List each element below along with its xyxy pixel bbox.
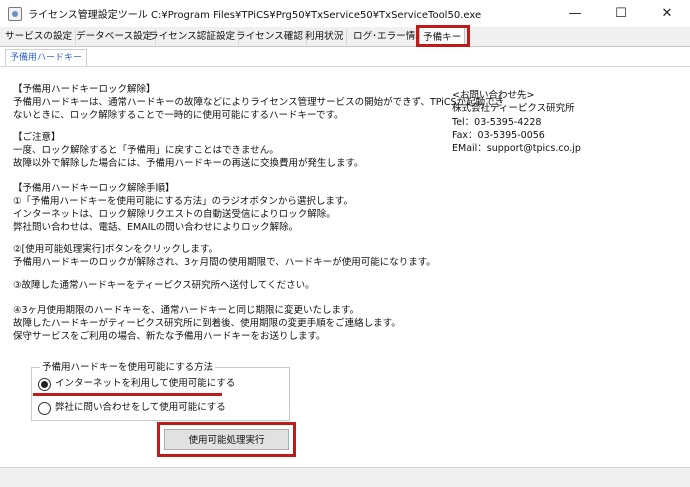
radio-contact-us[interactable]: 弊社に問い合わせをして使用可能にする xyxy=(38,401,268,415)
info-line: 故障以外で解除した場合には、予備用ハードキーの再送に交換費用が発生します。 xyxy=(13,158,364,169)
info-line: 故障したハードキーがティーピクス研究所に到着後、使用期限の変更手順をご連絡します… xyxy=(13,318,401,329)
info-line: 一度、ロック解除すると「予備用」に戻すことはできません。 xyxy=(13,145,279,156)
radio-selected-icon[interactable] xyxy=(38,378,51,391)
spare-key-panel: 【予備用ハードキーロック解除】 予備用ハードキーは、通常ハードキーの故障などによ… xyxy=(0,67,690,469)
info-line: ③故障した通常ハードキーをティーピクス研究所へ送付してください。 xyxy=(13,280,315,291)
minimize-button[interactable]: — xyxy=(552,0,598,27)
status-bar xyxy=(0,467,690,487)
tab-highlight xyxy=(416,25,470,47)
info-line: 予備用ハードキーは、通常ハードキーの故障などによりライセンス管理サービスの開始が… xyxy=(13,97,505,108)
radio-unselected-icon[interactable] xyxy=(38,402,51,415)
tab-usage-status[interactable]: 利用状況 xyxy=(302,29,348,45)
tab-bar: サービスの設定 データベース設定 ライセンス認証設定 ライセンス確認 利用状況 … xyxy=(0,27,690,47)
close-button[interactable]: ✕ xyxy=(644,0,690,27)
contact-line: Fax：03-5395-0056 xyxy=(452,130,545,141)
info-line: 弊社問い合わせは、電話、EMAILの問い合わせによりロック解除。 xyxy=(13,222,299,233)
tab-database-settings[interactable]: データベース設定 xyxy=(73,29,157,45)
contact-line: EMail：support@tpics.co.jp xyxy=(452,143,581,154)
radio-internet[interactable]: インターネットを利用して使用可能にする xyxy=(38,377,268,391)
app-icon xyxy=(8,7,22,21)
maximize-button[interactable]: ☐ xyxy=(598,0,644,27)
info-line: ④3ヶ月使用期限のハードキーを、通常ハードキーと同じ期限に変更いたします。 xyxy=(13,305,360,316)
title-bar: ライセンス管理設定ツール C:¥Program Files¥TPiCS¥Prg5… xyxy=(0,0,690,28)
subtab-bar: 予備用ハードキー xyxy=(0,47,690,67)
tab-license-auth-settings[interactable]: ライセンス認証設定 xyxy=(146,29,240,45)
window-title: ライセンス管理設定ツール C:¥Program Files¥TPiCS¥Prg5… xyxy=(28,10,482,21)
tab-license-check[interactable]: ライセンス確認 xyxy=(233,29,307,45)
info-line: ①「予備用ハードキーを使用可能にする方法」のラジオボタンから選択します。 xyxy=(13,196,353,207)
contact-line: 株式会社ティーピクス研究所 xyxy=(452,103,575,114)
info-line: ②[使用可能処理実行]ボタンをクリックします。 xyxy=(13,244,218,255)
info-line: ないときに、ロック解除することで一時的に使用可能にするハードキーです。 xyxy=(13,110,344,121)
info-line: 【予備用ハードキーロック解除手順】 xyxy=(13,183,175,194)
contact-line: Tel：03-5395-4228 xyxy=(452,117,542,128)
info-line: 予備用ハードキーのロックが解除され、3ヶ月間の使用期限で、ハードキーが使用可能に… xyxy=(13,257,436,268)
radio-contact-us-label[interactable]: 弊社に問い合わせをして使用可能にする xyxy=(55,401,226,415)
option-highlight-underline xyxy=(33,393,222,396)
method-group-legend: 予備用ハードキーを使用可能にする方法 xyxy=(40,359,216,373)
tab-service-settings[interactable]: サービスの設定 xyxy=(2,29,77,45)
info-line: 保守サービスをご利用の場合、新たな予備用ハードキーをお送りします。 xyxy=(13,331,326,342)
radio-internet-label[interactable]: インターネットを利用して使用可能にする xyxy=(55,377,235,391)
info-line: 【予備用ハードキーロック解除】 xyxy=(13,84,156,95)
subtab-spare-hardkey[interactable]: 予備用ハードキー xyxy=(5,49,88,66)
button-highlight xyxy=(157,422,296,457)
info-line: インターネットは、ロック解除リクエストの自動送受信によりロック解除。 xyxy=(13,209,336,220)
info-line: 【ご注意】 xyxy=(13,132,61,143)
contact-line: <お問い合わせ先> xyxy=(452,90,535,101)
